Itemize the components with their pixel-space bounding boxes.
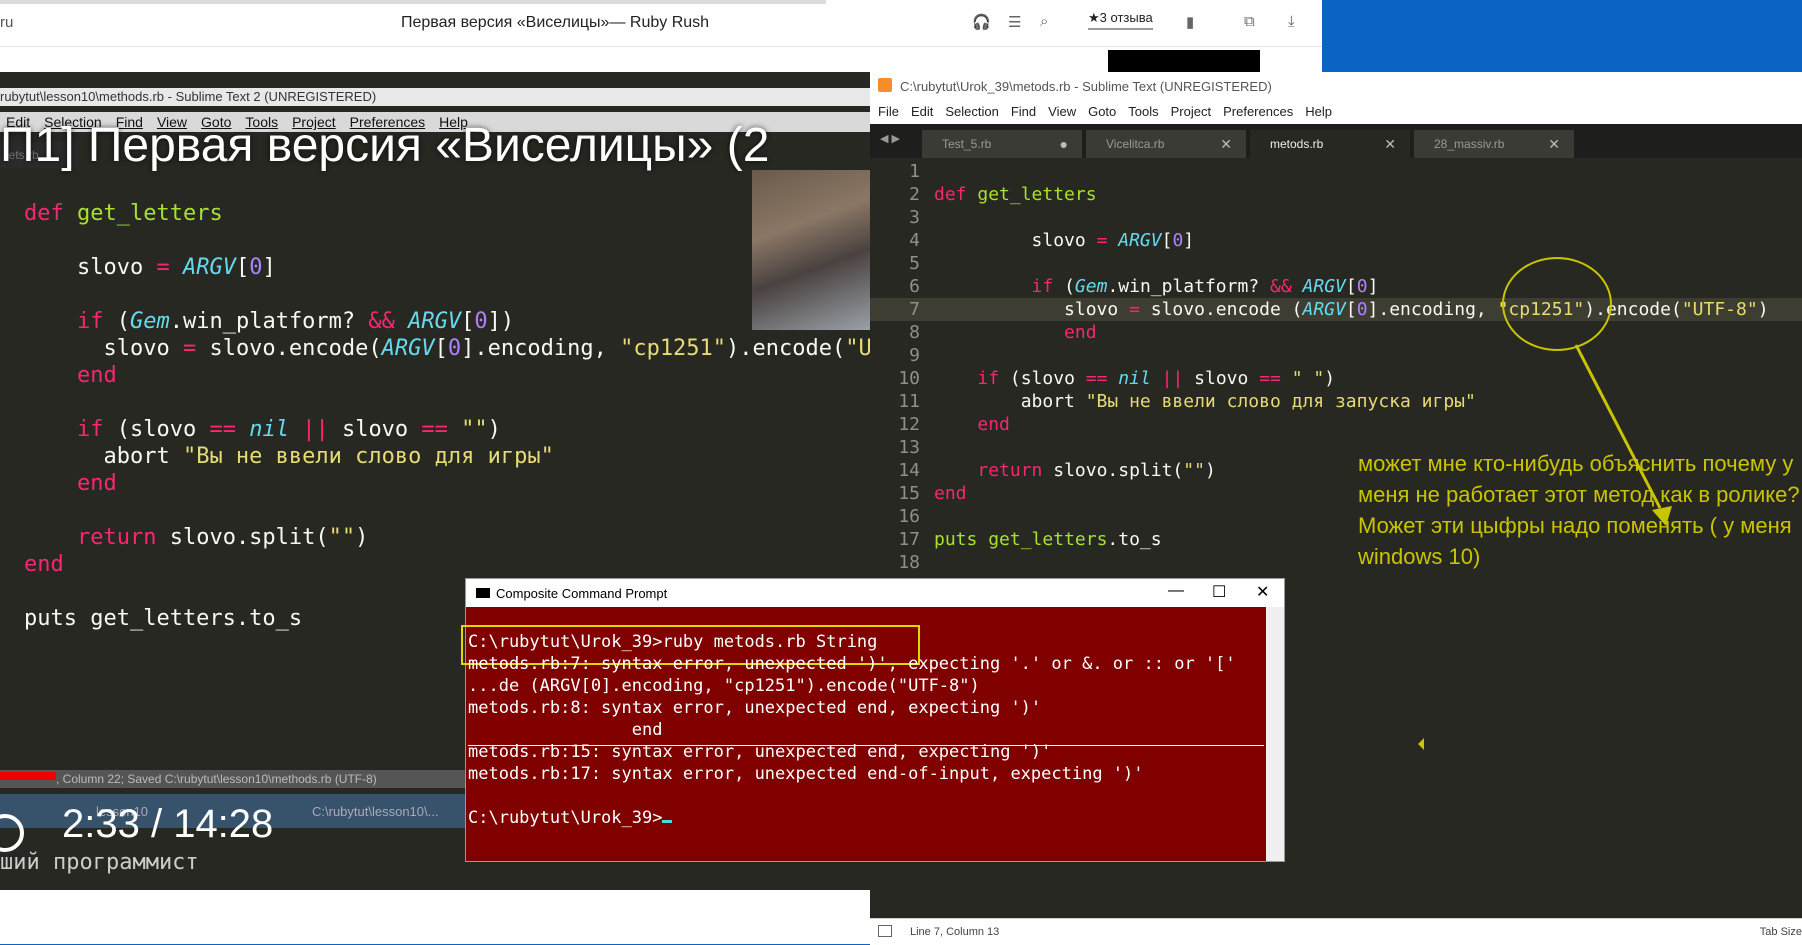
bookmark-icon[interactable]: ▮ — [1186, 13, 1194, 31]
page-title: Первая версия «Виселицы»— Ruby Rush — [400, 14, 710, 31]
tab-vicelitca[interactable]: Vicelitca.rb ✕ — [1086, 130, 1246, 158]
headphones-icon[interactable]: 🎧 — [972, 13, 991, 31]
reader-icon[interactable]: ☰ — [1008, 13, 1021, 31]
cmd-scrollbar[interactable] — [1266, 607, 1284, 861]
tab-nav-arrows-icon[interactable]: ◀ ▶ — [880, 132, 900, 145]
cmd-icon — [476, 588, 490, 598]
sublime-menubar: File Edit Selection Find View Goto Tools Projec… — [870, 100, 1802, 124]
cmd-titlebar: Composite Command Prompt — ☐ ✕ — [466, 579, 1284, 607]
download-icon[interactable]: ⤓ — [1288, 13, 1295, 30]
menu-preferences[interactable]: Preferences — [1223, 104, 1293, 119]
cmd-output[interactable]: C:\rubytut\Urok_39>ruby metods.rb String… — [461, 607, 1266, 861]
menu-goto[interactable]: Goto — [1088, 104, 1116, 119]
cursor-position: Line 7, Column 13 — [910, 926, 1000, 938]
menu-find[interactable]: Find — [1011, 104, 1036, 119]
channel-name: ший программист — [0, 850, 199, 875]
annotation-circle — [1502, 257, 1612, 351]
page-blank-area — [0, 890, 870, 944]
text-cursor — [662, 820, 673, 823]
reviews-link[interactable]: ★3 отзыва — [1088, 10, 1153, 30]
black-bar — [1108, 50, 1260, 72]
browser-topbar: ru Первая версия «Виселицы»— Ruby Rush 🎧… — [0, 0, 1322, 47]
sublime-tabbar: ◀ ▶ Test_5.rb ● Vicelitca.rb ✕ metods.rb ✕ … — [870, 124, 1802, 158]
maximize-icon[interactable]: ☐ — [1212, 582, 1226, 602]
annotation-text: может мне кто-нибудь объяснить почему у … — [1358, 451, 1800, 569]
video-title-overlay: П1] Первая версия «Виселицы» (2 — [0, 119, 770, 172]
tab-size[interactable]: Tab Size — [1760, 926, 1802, 938]
tab-massiv[interactable]: 28_massiv.rb ✕ — [1414, 130, 1574, 158]
video-sublime-title: rubytut\lesson10\methods.rb - Sublime Te… — [0, 88, 870, 106]
video-progress-bar[interactable] — [0, 772, 56, 780]
menu-tools[interactable]: Tools — [1128, 104, 1158, 119]
video-time: 2:33 / 14:28 — [62, 802, 274, 846]
cmd-text: C:\rubytut\Urok_39>ruby metods.rb String… — [468, 632, 1236, 828]
zoom-icon[interactable]: ⌕ — [1040, 13, 1048, 30]
menu-view[interactable]: View — [1048, 104, 1076, 119]
sublime-titlebar: C:\rubytut\Urok_39\metods.rb - Sublime T… — [870, 72, 1802, 100]
share-icon[interactable]: ⧉ — [1244, 13, 1255, 30]
line-number-gutter: 1 2 3 4 5 6 7 8 9 10 11 12 13 14 15 16 17 18 — [898, 161, 920, 573]
menu-file[interactable]: File — [878, 104, 899, 119]
video-task-2: C:\rubytut\lesson10\... — [312, 804, 439, 819]
scroll-hint — [0, 0, 826, 4]
minimize-icon[interactable]: — — [1168, 582, 1184, 600]
video-code: def get_letters slovo = ARGV[0] if (Gem.… — [24, 201, 870, 631]
cmd-window[interactable]: Composite Command Prompt — ☐ ✕ C:\rubytu… — [461, 578, 1285, 862]
close-icon[interactable]: ✕ — [1256, 582, 1269, 602]
menu-edit[interactable]: Edit — [911, 104, 933, 119]
tab-test5[interactable]: Test_5.rb ● — [922, 130, 1082, 158]
sublime-status-bar: Line 7, Column 13 Tab Size — [870, 918, 1802, 945]
panel-toggle-icon[interactable] — [878, 925, 892, 937]
sublime-logo-icon — [878, 78, 892, 92]
menu-selection[interactable]: Selection — [945, 104, 998, 119]
tab-metods[interactable]: metods.rb ✕ — [1250, 130, 1410, 158]
menu-help[interactable]: Help — [1305, 104, 1332, 119]
menu-project[interactable]: Project — [1171, 104, 1211, 119]
